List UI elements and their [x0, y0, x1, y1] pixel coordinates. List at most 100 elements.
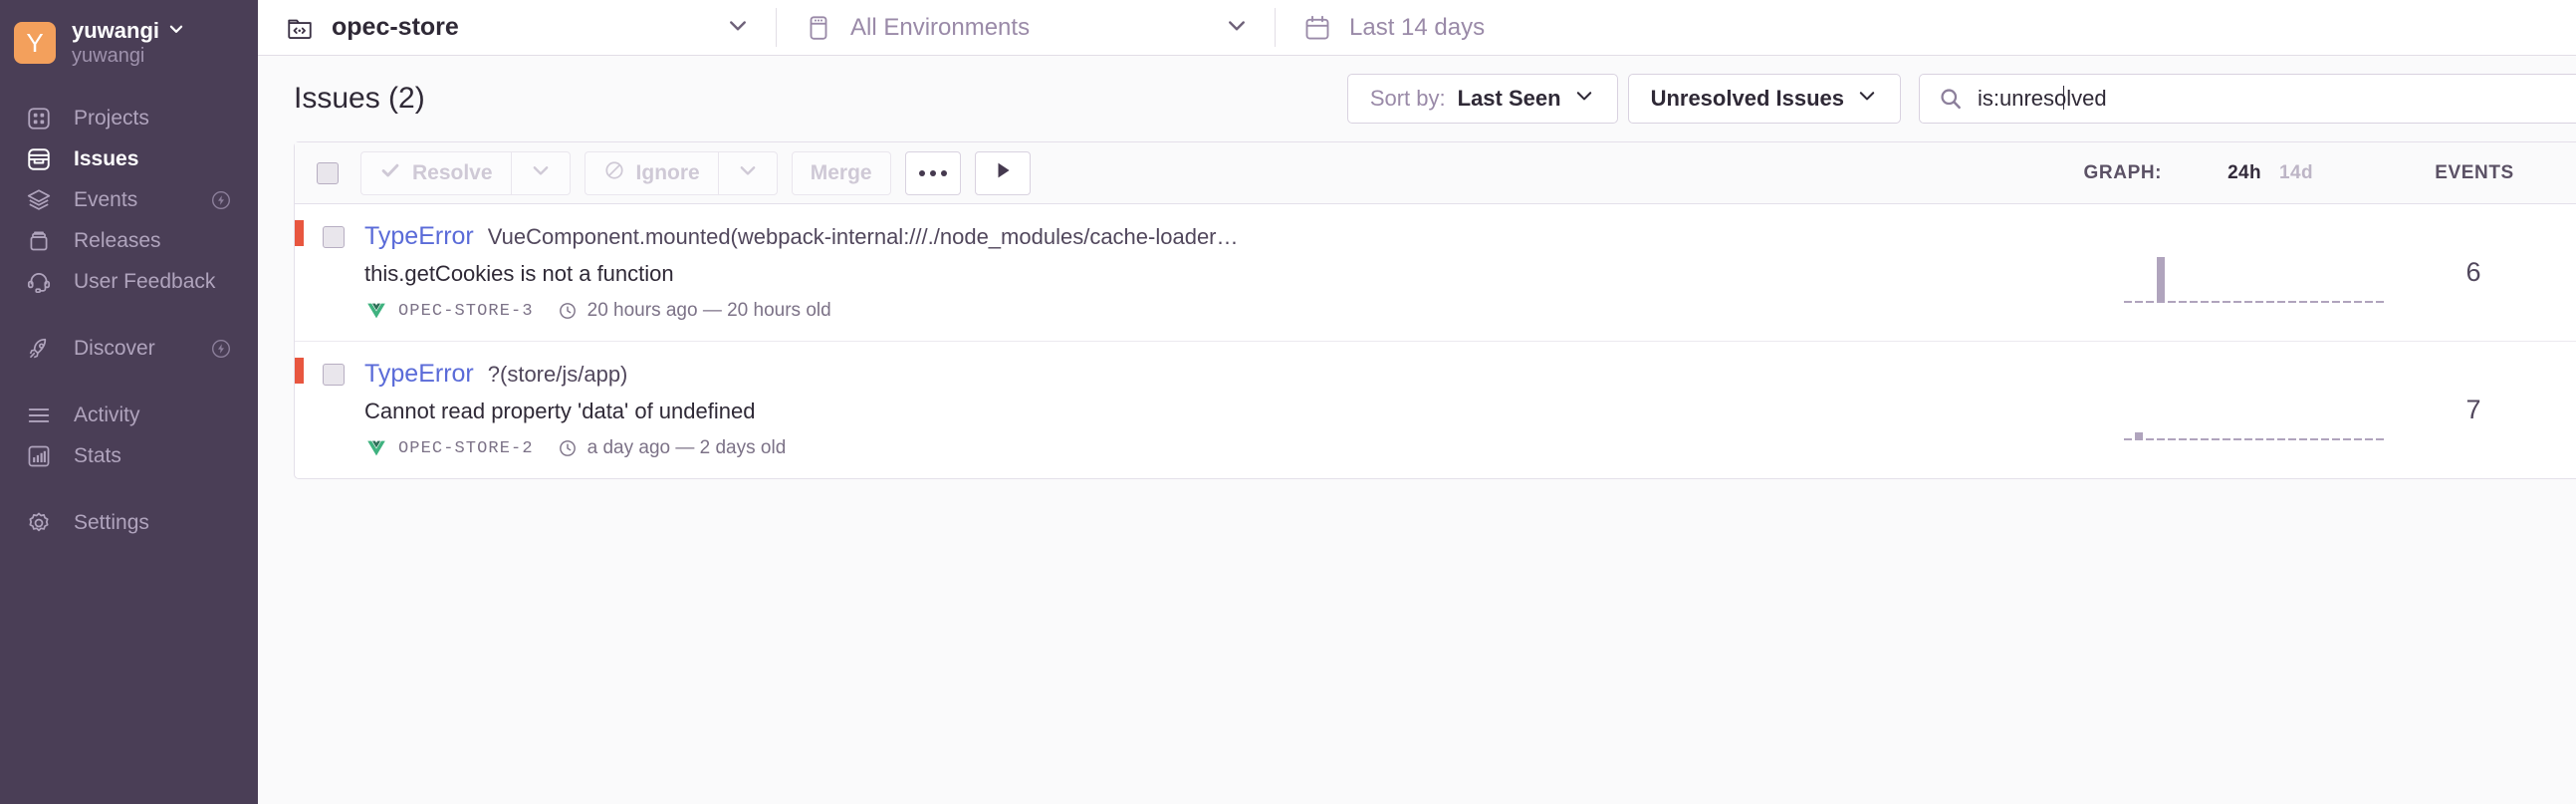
resolve-label: Resolve [412, 160, 493, 184]
sort-by-dropdown[interactable]: Sort by: Last Seen [1346, 74, 1618, 124]
chevron-down-icon[interactable] [1573, 85, 1595, 113]
sparkline-bar [2200, 300, 2209, 303]
nav-divider-gap-2 [0, 369, 258, 395]
chevron-down-icon [530, 159, 552, 187]
issue-body: TypeError VueComponent.mounted(webpack-i… [364, 222, 1240, 323]
sparkline-bar [2243, 437, 2252, 440]
sidebar-item-stats[interactable]: Stats [0, 435, 258, 476]
ignore-dropdown-button[interactable] [717, 150, 778, 195]
search-input[interactable]: is:unresolved [1978, 86, 2107, 112]
nav-group-org: Activity Stats [0, 395, 258, 476]
app-root: Y yuwangi yuwangi Projects Issues Events… [0, 0, 2576, 804]
vuejs-icon [364, 299, 388, 323]
graph-period-14d[interactable]: 14d [2279, 162, 2313, 184]
ellipsis-icon [918, 169, 947, 176]
ignore-label: Ignore [635, 160, 700, 184]
merge-button-group: Merge [791, 150, 891, 195]
resolve-button[interactable]: Resolve [360, 150, 511, 195]
date-range-selector[interactable]: Last 14 days [1276, 0, 2576, 55]
window-icon [803, 12, 834, 44]
org-switcher[interactable]: Y yuwangi yuwangi [0, 10, 258, 76]
sidebar-item-discover[interactable]: Discover [0, 328, 258, 369]
sidebar-item-label: Activity [74, 402, 140, 426]
issue-culprit: VueComponent.mounted(webpack-internal://… [487, 224, 1240, 249]
sidebar-item-activity[interactable]: Activity [0, 395, 258, 435]
sparkline-bar [2309, 437, 2318, 440]
sparkline-bar [2232, 300, 2241, 303]
issues-header: Issues (2) Sort by: Last Seen Unresolved… [258, 56, 2576, 141]
table-row[interactable]: TypeError VueComponent.mounted(webpack-i… [295, 204, 2576, 342]
sparkline-bar [2200, 437, 2209, 440]
resolve-dropdown-button[interactable] [510, 150, 571, 195]
issues-icon [22, 142, 56, 176]
chevron-down-icon[interactable] [726, 13, 750, 42]
nav-group-discover: Discover [0, 328, 258, 369]
realtime-play-button[interactable] [974, 150, 1031, 195]
sparkline-bar [2243, 300, 2252, 303]
nav-divider-gap-3 [0, 476, 258, 502]
org-name-row: yuwangi [72, 18, 185, 43]
search-icon [1938, 86, 1964, 112]
sidebar-item-label: Stats [74, 443, 121, 467]
issue-message: this.getCookies is not a function [364, 261, 674, 286]
sidebar-item-user-feedback[interactable]: User Feedback [0, 261, 258, 302]
issues-panel: Resolve Ignore Merge GRAPH: 24h 14d EVEN… [294, 141, 2576, 479]
checkmark-icon [379, 159, 401, 187]
sparkline-bar [2167, 300, 2176, 303]
user-feedback-icon [22, 265, 56, 299]
date-range-label: Last 14 days [1349, 13, 1486, 41]
sidebar-item-settings[interactable]: Settings [0, 502, 258, 543]
graph-column-label: GRAPH: [2083, 161, 2163, 183]
issue-type-link[interactable]: TypeError [364, 360, 474, 389]
sparkline-bar [2178, 300, 2187, 303]
sidebar-item-projects[interactable]: Projects [0, 98, 258, 138]
ban-circle-icon [603, 159, 625, 187]
issue-type-link[interactable]: TypeError [364, 222, 474, 251]
sparkline-bar [2276, 300, 2285, 303]
status-filter-dropdown[interactable]: Unresolved Issues [1627, 74, 1901, 124]
level-indicator [295, 358, 304, 384]
search-bar[interactable]: is:unresolved [1919, 74, 2576, 124]
clock-icon [558, 301, 578, 321]
issue-age: 20 hours ago — 20 hours old [586, 300, 831, 321]
activity-icon [22, 399, 56, 432]
select-all-checkbox[interactable] [317, 161, 339, 184]
table-row[interactable]: TypeError ?(store/js/app) Cannot read pr… [295, 342, 2576, 478]
sparkline-bar [2276, 437, 2285, 440]
sidebar-item-releases[interactable]: Releases [0, 220, 258, 261]
more-actions-button[interactable] [904, 150, 961, 195]
sparkline-bar [2254, 300, 2263, 303]
merge-button[interactable]: Merge [791, 150, 891, 195]
environment-selector[interactable]: All Environments [777, 0, 1275, 55]
issue-events-count: 6 [2465, 257, 2481, 287]
merge-label: Merge [810, 160, 872, 184]
sidebar-item-label: Releases [74, 228, 161, 252]
sparkline-bar [2123, 437, 2132, 440]
status-filter-value: Unresolved Issues [1650, 86, 1844, 111]
sparkline-bar [2375, 437, 2384, 440]
ignore-button[interactable]: Ignore [584, 150, 718, 195]
sparkline-bar [2156, 437, 2165, 440]
sparkline-bar [2287, 437, 2296, 440]
row-checkbox[interactable] [323, 226, 345, 248]
sparkline-bar [2320, 437, 2329, 440]
project-selector[interactable]: opec-store [258, 0, 776, 55]
sparkline-bar [2222, 300, 2230, 303]
chevron-down-icon[interactable] [167, 18, 185, 43]
sidebar-item-events[interactable]: Events [0, 179, 258, 220]
beta-icon [210, 189, 232, 211]
sparkline-bar [2189, 300, 2198, 303]
sort-by-prefix: Sort by: [1369, 86, 1446, 111]
row-checkbox[interactable] [323, 364, 345, 386]
graph-period-toggle: 24h 14d [2227, 162, 2313, 184]
sidebar-item-label: Projects [74, 106, 149, 130]
sparkline-bar [2167, 437, 2176, 440]
sparkline-bar [2364, 300, 2373, 303]
chevron-down-icon[interactable] [1225, 13, 1249, 42]
chevron-down-icon[interactable] [1856, 85, 1878, 113]
environment-name: All Environments [850, 13, 1031, 41]
sparkline-bar [2298, 437, 2307, 440]
sidebar-item-issues[interactable]: Issues [0, 138, 258, 179]
graph-period-24h[interactable]: 24h [2227, 162, 2261, 184]
sparkline-bar [2145, 300, 2154, 303]
